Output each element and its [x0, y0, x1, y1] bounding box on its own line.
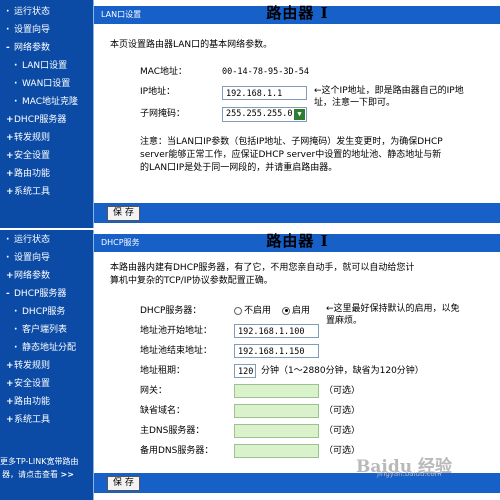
- lan-footer-bar: [94, 203, 500, 223]
- secondary-dns-label: 备用DNS服务器：: [140, 446, 214, 456]
- sidebar-item-client-list[interactable]: · 客户端列表: [14, 322, 67, 338]
- sidebar-top: · 运行状态 · 设置向导 - 网络参数 · LAN口设置 · WAN口设置 · MAC地址…: [0, 0, 93, 228]
- radio-enable[interactable]: [282, 306, 290, 315]
- sidebar-item-dhcp-server[interactable]: +DHCP服务器: [6, 112, 66, 128]
- sidebar-item-routing[interactable]: +路由功能: [6, 394, 50, 410]
- lan-notice-line1: 注意：当LAN口IP参数（包括IP地址、子网掩码）发生变更时，为确保DHCP: [140, 137, 443, 147]
- primary-dns-label: 主DNS服务器：: [140, 426, 205, 436]
- pool-start-label: 地址池开始地址：: [140, 326, 213, 336]
- sidebar-item-system-tools[interactable]: +系统工具: [6, 184, 50, 200]
- mac-value: 00-14-78-95-3D-54: [222, 67, 309, 77]
- secondary-dns-optional: （可选）: [324, 446, 361, 456]
- sidebar-item-security[interactable]: +安全设置: [6, 148, 50, 164]
- primary-dns-input[interactable]: [234, 424, 319, 438]
- lan-notice-line3: 的LAN口IP是处于同一网段的，并请重启路由器。: [140, 163, 338, 173]
- sidebar-item-run-status[interactable]: · 运行状态: [6, 232, 50, 248]
- ip-note-line1: ←这个IP地址，即是路由器自己的IP地: [314, 86, 464, 96]
- watermark-url: jingyan.baidu.com: [377, 470, 442, 478]
- sidebar-item-static-address[interactable]: · 静态地址分配: [14, 340, 76, 356]
- pool-end-input[interactable]: 192.168.1.150: [234, 344, 319, 358]
- lan-save-button[interactable]: 保 存: [107, 206, 140, 221]
- dhcp-server-note-line1: ←这里最好保持默认的启用，以免: [326, 304, 460, 314]
- ip-label: IP地址：: [140, 87, 176, 97]
- double-chevron-right-icon[interactable]: >>: [61, 470, 74, 479]
- sidebar-item-lan-settings[interactable]: · LAN口设置: [14, 58, 67, 74]
- lan-settings-panel: LAN口设置 路由器 I 本页设置路由器LAN口的基本网络参数。 MAC地址： …: [93, 0, 500, 228]
- domain-input[interactable]: [234, 404, 319, 418]
- more-products-link-line2[interactable]: 器，请点击查看 >>: [2, 469, 93, 480]
- sidebar-item-dhcp-service[interactable]: · DHCP服务: [14, 304, 65, 320]
- sidebar-item-network-params[interactable]: +网络参数: [6, 268, 50, 284]
- dhcp-settings-panel: DHCP服务 路由器 I 本路由器内建有DHCP服务器，有了它，不用您亲自动手，…: [93, 230, 500, 500]
- dhcp-intro-line2: 算机中复杂的TCP/IP协议参数配置正确。: [110, 276, 273, 286]
- pool-start-input[interactable]: 192.168.1.100: [234, 324, 319, 338]
- sidebar-item-forwarding[interactable]: +转发规则: [6, 358, 50, 374]
- radio-disable[interactable]: [234, 306, 242, 315]
- gateway-label: 网关：: [140, 386, 168, 396]
- gateway-input[interactable]: [234, 384, 319, 398]
- domain-optional: （可选）: [324, 406, 361, 416]
- pool-end-label: 地址池结束地址：: [140, 346, 213, 356]
- sidebar-item-setup-wizard[interactable]: · 设置向导: [6, 22, 50, 38]
- dhcp-disable-option[interactable]: 不启用: [234, 303, 271, 319]
- sidebar-item-dhcp-server[interactable]: - DHCP服务器: [6, 286, 66, 302]
- more-products-link-line1[interactable]: 更多TP-LINK宽带路由: [0, 456, 93, 467]
- gateway-optional: （可选）: [324, 386, 361, 396]
- dhcp-intro-line1: 本路由器内建有DHCP服务器，有了它，不用您亲自动手，就可以自动给您计: [110, 263, 415, 273]
- sidebar-item-forwarding[interactable]: +转发规则: [6, 130, 50, 146]
- sidebar-item-routing[interactable]: +路由功能: [6, 166, 50, 182]
- sidebar-item-run-status[interactable]: · 运行状态: [6, 4, 50, 20]
- primary-dns-optional: （可选）: [324, 426, 361, 436]
- sidebar-item-network-params[interactable]: - 网络参数: [6, 40, 50, 56]
- ip-address-input[interactable]: 192.168.1.1: [222, 86, 307, 100]
- ip-note-line2: 址，注意一下即可。: [314, 98, 396, 108]
- lease-hint: 分钟（1～2880分钟，缺省为120分钟）: [261, 366, 424, 376]
- dhcp-server-label: DHCP服务器：: [140, 306, 202, 316]
- dhcp-server-note-line2: 置麻烦。: [326, 316, 363, 326]
- subnet-mask-label: 子网掩码：: [140, 109, 186, 119]
- sidebar-bottom: · 运行状态 · 设置向导 +网络参数 - DHCP服务器 · DHCP服务 · 客户端列…: [0, 230, 93, 500]
- sidebar-item-wan-settings[interactable]: · WAN口设置: [14, 76, 70, 92]
- lan-intro: 本页设置路由器LAN口的基本网络参数。: [110, 40, 273, 50]
- sidebar-item-security[interactable]: +安全设置: [6, 376, 50, 392]
- lease-input[interactable]: 120: [234, 364, 256, 378]
- domain-label: 缺省域名：: [140, 406, 186, 416]
- chevron-down-icon[interactable]: ▼: [294, 109, 305, 120]
- secondary-dns-input[interactable]: [234, 444, 319, 458]
- subnet-mask-select[interactable]: 255.255.255.0 ▼: [222, 107, 307, 122]
- lan-notice-line2: server能够正常工作，应保证DHCP server中设置的地址池、静态地址与…: [140, 150, 442, 160]
- sidebar-item-mac-clone[interactable]: · MAC地址克隆: [14, 94, 78, 110]
- router-title: 路由器 I: [266, 4, 329, 22]
- mac-label: MAC地址：: [140, 67, 188, 77]
- dhcp-enable-option[interactable]: 启用: [282, 303, 310, 319]
- sidebar-item-system-tools[interactable]: +系统工具: [6, 412, 50, 428]
- sidebar-item-setup-wizard[interactable]: · 设置向导: [6, 250, 50, 266]
- lease-label: 地址租期：: [140, 366, 186, 376]
- router-title: 路由器 I: [266, 232, 329, 250]
- dhcp-save-button[interactable]: 保 存: [107, 476, 140, 491]
